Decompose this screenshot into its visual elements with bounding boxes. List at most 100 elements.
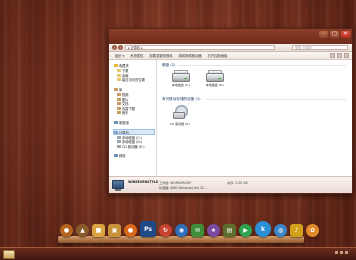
music-icon: [117, 111, 121, 115]
forward-arrow-icon[interactable]: ›: [118, 45, 123, 50]
close-button[interactable]: ✕: [341, 31, 350, 38]
photoshop-icon[interactable]: Ps: [140, 221, 156, 237]
sidebar-item-libraries[interactable]: 库: [114, 87, 156, 92]
removable-storage-heading: 有可移动存储的设备 (1): [162, 97, 201, 101]
preview-pane-icon[interactable]: [337, 53, 342, 58]
network-group: 网络: [114, 154, 156, 159]
view-controls: [330, 53, 349, 58]
sidebar-item-label: 网络: [118, 154, 126, 159]
view-options-icon[interactable]: [330, 53, 335, 58]
homegroup-group: 家庭组: [114, 120, 156, 125]
help-icon[interactable]: [344, 53, 349, 58]
processor-text: 处理器: AMD Sempron(tm) 32...: [159, 186, 207, 190]
libraries-group: 库 视频 图片 文档 迅雷下载 音乐: [114, 87, 156, 115]
tab-icon[interactable]: ▤: [223, 224, 236, 237]
star-icon: [114, 63, 118, 67]
sidebar-item-label: 家庭组: [118, 120, 129, 125]
taskbar: [0, 247, 356, 260]
organize-button[interactable]: 组织 ▾: [115, 53, 124, 58]
sidebar-item-recent-places[interactable]: 最近访问的位置: [114, 77, 156, 82]
drive-icon: [117, 140, 121, 144]
back-arrow-icon[interactable]: ‹: [112, 45, 117, 50]
recent-places-icon: [117, 78, 121, 82]
window-controls: – □ ✕: [319, 31, 350, 38]
divider: [206, 99, 346, 100]
picture-icon: [117, 97, 121, 101]
folder-icon[interactable]: ■: [92, 224, 105, 237]
computer-group: 计算机 本地磁盘 (C:) 本地磁盘 (D:) CD 驱动器 (E:): [113, 128, 156, 149]
drive-label: 本地磁盘 (D:): [205, 83, 225, 87]
star-icon[interactable]: ★: [207, 224, 220, 237]
browser-icon[interactable]: ◉: [175, 224, 188, 237]
sidebar-item-homegroup[interactable]: 家庭组: [114, 120, 156, 125]
divider: [178, 65, 346, 66]
system-tray: [335, 251, 352, 254]
sidebar-item-label: 最近访问的位置: [121, 78, 145, 83]
hard-disk-icon: [172, 73, 190, 82]
computer-name: WINSEVENSTYLE: [128, 180, 159, 184]
computer-stand: [115, 189, 121, 191]
nav-arrows: ‹ ›: [112, 45, 123, 50]
sidebar-item-network[interactable]: 网络: [114, 154, 156, 159]
sidebar-item-label: 音乐: [121, 111, 129, 116]
uninstall-program-button[interactable]: 卸载或更改程序: [149, 53, 172, 58]
homegroup-icon: [114, 120, 118, 124]
globe-icon[interactable]: ◍: [274, 224, 287, 237]
drive-icon: [173, 112, 185, 119]
computer-icon: [112, 180, 124, 189]
download-folder-icon: [117, 106, 121, 110]
open-control-panel-button[interactable]: 打开控制面板: [208, 53, 228, 58]
maximize-button[interactable]: □: [330, 31, 339, 38]
flower-icon[interactable]: ✿: [306, 224, 319, 237]
dock-shelf: [58, 236, 304, 243]
drive-icon: [117, 135, 121, 139]
play-icon[interactable]: ▶: [239, 224, 252, 237]
sidebar-item-label: CD 驱动器 (E:): [121, 144, 145, 149]
drive-e[interactable]: CD 驱动器 (E:): [163, 105, 197, 126]
hard-disks-heading: 硬盘 (2): [162, 63, 176, 67]
memory-text: 内存: 2.00 GB: [227, 181, 248, 185]
sidebar-item-drive-e[interactable]: CD 驱动器 (E:): [114, 144, 156, 149]
minimize-button[interactable]: –: [319, 31, 328, 38]
computer-icon: [114, 130, 118, 134]
video-icon: [117, 92, 121, 96]
bell-icon[interactable]: ♪: [290, 224, 303, 237]
drive-d[interactable]: 本地磁盘 (D:): [198, 70, 232, 87]
sidebar-item-favorites[interactable]: 收藏夹: [114, 63, 156, 68]
acorn-icon[interactable]: ●: [60, 224, 73, 237]
drive-label: CD 驱动器 (E:): [169, 122, 191, 126]
title-bar[interactable]: – □ ✕: [109, 29, 352, 44]
network-icon: [114, 154, 118, 158]
stump-icon[interactable]: ▲: [76, 224, 89, 237]
hard-disk-icon: [206, 73, 224, 82]
address-bar[interactable]: ▸ 计算机 ▸: [125, 45, 275, 50]
desktop-icon: [117, 73, 121, 77]
folder-icon: [117, 68, 121, 72]
picture-icon[interactable]: ▣: [108, 224, 121, 237]
search-input[interactable]: 搜索 计算机: [292, 45, 348, 50]
tray-icon[interactable]: [335, 251, 338, 254]
map-network-drive-button[interactable]: 映射网络驱动器: [179, 53, 202, 58]
cd-drive-icon: [117, 144, 121, 148]
pumpkin-icon[interactable]: ●: [124, 224, 137, 237]
sync-icon[interactable]: ↻: [159, 224, 172, 237]
document-icon: [117, 102, 121, 106]
tray-icon[interactable]: [340, 251, 343, 254]
details-pane: WINSEVENSTYLE 工作组: WORKGROUP 处理器: AMD Se…: [109, 176, 352, 193]
dock: ● ▲ ■ ▣ ● Ps ↻ ◉ ✉ ★ ▤ ▶ k ◍ ♪ ✿: [60, 221, 319, 237]
library-icon: [114, 87, 118, 91]
navigation-bar: ‹ › ▸ 计算机 ▸ 搜索 计算机: [109, 44, 352, 52]
command-bar: 组织 ▾ 系统属性 卸载或更改程序 映射网络驱动器 打开控制面板: [109, 52, 352, 60]
explorer-window: – □ ✕ ‹ › ▸ 计算机 ▸ 搜索 计算机 组织 ▾ 系统属性 卸载或更改…: [108, 28, 353, 194]
system-properties-button[interactable]: 系统属性: [130, 53, 143, 58]
sidebar-item-music[interactable]: 音乐: [114, 111, 156, 116]
drive-label: 本地磁盘 (C:): [171, 83, 191, 87]
drive-c[interactable]: 本地磁盘 (C:): [164, 70, 198, 87]
volume-icon[interactable]: [345, 251, 348, 254]
navigation-pane: 收藏夹 下载 桌面 最近访问的位置 库 视频 图片 文档 迅雷下载 音乐 家庭组…: [109, 60, 157, 176]
mail-icon[interactable]: ✉: [191, 224, 204, 237]
sidebar-item-computer[interactable]: 计算机: [113, 128, 155, 136]
content-pane: 硬盘 (2) 本地磁盘 (C:) 本地磁盘 (D:) 有可移动存储的设备 (1)…: [158, 60, 352, 176]
k-icon[interactable]: k: [255, 221, 271, 237]
start-button[interactable]: [3, 250, 15, 259]
